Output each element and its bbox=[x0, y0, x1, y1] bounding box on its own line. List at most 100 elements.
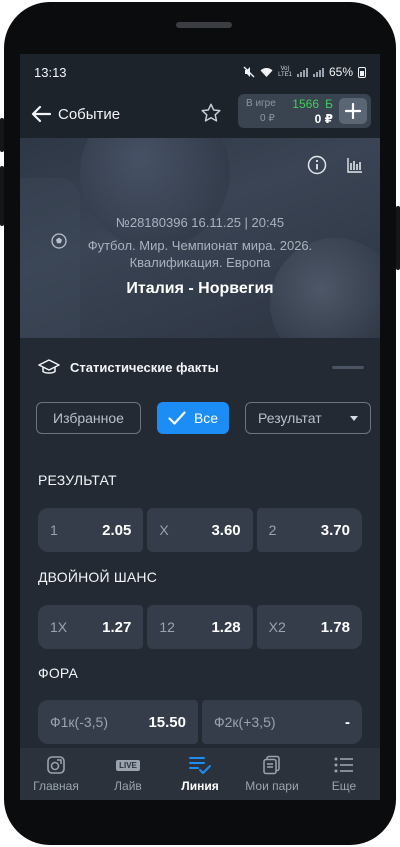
info-button[interactable] bbox=[306, 154, 328, 176]
chevron-down-icon bbox=[350, 416, 358, 421]
odd-value: 1.28 bbox=[211, 618, 241, 636]
nav-item-live[interactable]: LIVE Лайв bbox=[92, 748, 164, 800]
nav-label-live: Лайв bbox=[114, 779, 142, 793]
nav-label-line: Линия bbox=[181, 779, 219, 793]
nav-label-home: Главная bbox=[33, 779, 79, 793]
hero-actions bbox=[306, 154, 366, 176]
odd-value: 3.70 bbox=[320, 521, 350, 539]
market-outcomes: 1X 1.27 12 1.28 X2 1.78 bbox=[38, 605, 362, 649]
balance-widget[interactable]: В игре 0 ₽ 1566 Б 0 ₽ bbox=[238, 94, 371, 128]
check-icon bbox=[168, 411, 186, 425]
event-id-datetime: №28180396 16.11.25 | 20:45 bbox=[115, 215, 285, 230]
odd-label: X bbox=[159, 522, 169, 538]
stats-facts-label: Статистические факты bbox=[70, 359, 219, 375]
live-badge: LIVE bbox=[116, 759, 140, 771]
odd-button[interactable]: 1X 1.27 bbox=[38, 605, 144, 649]
odd-button[interactable]: 12 1.28 bbox=[147, 605, 253, 649]
nav-item-line[interactable]: Линия bbox=[164, 748, 236, 800]
nav-item-home[interactable]: Главная bbox=[20, 748, 92, 800]
market-outcomes: Ф1к(-3,5) 15.50 Ф2к(+3,5) - bbox=[38, 700, 362, 744]
tournament-line-1: Футбол. Мир. Чемпионат мира. 2026. bbox=[87, 238, 313, 253]
event-teams: Италия - Норвегия bbox=[126, 280, 274, 297]
arrow-left-icon bbox=[31, 105, 51, 123]
odd-button[interactable]: 1 2.05 bbox=[38, 508, 144, 552]
odd-label: Ф1к(-3,5) bbox=[50, 714, 109, 730]
odd-value: 1.27 bbox=[102, 618, 132, 636]
app-screen: 13:13 Vo) LTE1 65% Событие В игре 0 ₽ 15… bbox=[20, 54, 380, 800]
odd-button[interactable]: Ф2к(+3,5) - bbox=[202, 700, 362, 744]
status-time: 13:13 bbox=[34, 64, 67, 80]
odd-button[interactable]: X2 1.78 bbox=[256, 605, 362, 649]
stats-facts-row[interactable]: Статистические факты bbox=[20, 338, 380, 396]
side-button-left-top bbox=[0, 118, 4, 152]
odd-label: 1 bbox=[50, 522, 58, 538]
plus-icon bbox=[345, 103, 361, 119]
graduation-cap-icon bbox=[38, 359, 60, 374]
odd-value: - bbox=[345, 713, 350, 731]
home-icon bbox=[44, 755, 68, 775]
market-title: ФОРА bbox=[38, 665, 79, 681]
event-hero: №28180396 16.11.25 | 20:45 Футбол. Мир. … bbox=[20, 138, 380, 338]
market-outcomes: 1 2.05 X 3.60 2 3.70 bbox=[38, 508, 362, 552]
menu-icon bbox=[332, 755, 356, 775]
side-button-right bbox=[396, 206, 400, 270]
nav-item-more[interactable]: Еще bbox=[308, 748, 380, 800]
mute-icon bbox=[243, 66, 255, 78]
deposit-button[interactable] bbox=[339, 98, 367, 124]
odd-value: 2.05 bbox=[102, 521, 132, 539]
in-game-value: 0 ₽ bbox=[260, 113, 275, 124]
info-icon bbox=[307, 155, 327, 175]
odd-value: 15.50 bbox=[148, 713, 186, 731]
back-button[interactable] bbox=[30, 103, 52, 125]
odd-button[interactable]: Ф1к(-3,5) 15.50 bbox=[38, 700, 198, 744]
star-icon bbox=[201, 103, 221, 122]
nav-label-my-bets: Мои пари bbox=[245, 779, 299, 793]
filter-favorites-label: Избранное bbox=[53, 410, 124, 426]
tickets-icon bbox=[260, 755, 284, 775]
nav-label-more: Еще bbox=[331, 779, 357, 793]
odd-label: 2 bbox=[268, 522, 277, 538]
status-icons: Vo) LTE1 65% bbox=[243, 65, 366, 79]
battery-percent: 65% bbox=[328, 65, 353, 79]
network-badge-bottom: LTE1 bbox=[278, 72, 292, 78]
collapse-handle[interactable] bbox=[332, 366, 364, 369]
network-badge: Vo) LTE1 bbox=[278, 66, 292, 78]
market-title: ДВОЙНОЙ ШАНС bbox=[38, 569, 158, 585]
statistics-button[interactable] bbox=[344, 154, 366, 176]
market-title: РЕЗУЛЬТАТ bbox=[38, 472, 117, 488]
tournament-line-2: Квалификация. Европа bbox=[129, 255, 271, 270]
app-header: Событие В игре 0 ₽ 1566 Б 0 ₽ bbox=[20, 90, 380, 138]
odd-label: 12 bbox=[159, 619, 175, 635]
bonus-currency: Б bbox=[325, 97, 333, 111]
hero-bg-shape bbox=[80, 138, 230, 248]
main-balance: 0 ₽ bbox=[314, 112, 333, 126]
signal-icon bbox=[296, 67, 308, 77]
odd-label: Ф2к(+3,5) bbox=[214, 714, 276, 730]
favorite-button[interactable] bbox=[200, 102, 222, 124]
status-bar: 13:13 Vo) LTE1 65% bbox=[20, 54, 380, 90]
side-button-left-bottom bbox=[0, 166, 4, 226]
filter-all-label: Все bbox=[193, 410, 219, 426]
odd-button[interactable]: 2 3.70 bbox=[256, 508, 362, 552]
odd-value: 3.60 bbox=[211, 521, 241, 539]
filter-result-dropdown[interactable]: Результат bbox=[245, 402, 371, 434]
bottom-navigation: Главная LIVE Лайв Линия Мои пари Еще bbox=[20, 748, 380, 800]
list-check-icon bbox=[188, 755, 212, 775]
earpiece-speaker bbox=[176, 22, 232, 28]
battery-icon bbox=[358, 66, 366, 78]
odd-label: X2 bbox=[268, 619, 286, 635]
odd-value: 1.78 bbox=[320, 618, 350, 636]
signal-icon-2 bbox=[312, 67, 324, 77]
bonus-value: 1566 bbox=[292, 97, 319, 111]
nav-item-my-bets[interactable]: Мои пари bbox=[236, 748, 308, 800]
live-icon: LIVE bbox=[116, 755, 140, 775]
odd-button[interactable]: X 3.60 bbox=[147, 508, 253, 552]
wifi-icon bbox=[260, 67, 273, 77]
page-title: Событие bbox=[58, 105, 121, 123]
in-game-label: В игре bbox=[246, 98, 276, 109]
filter-favorites[interactable]: Избранное bbox=[36, 402, 141, 434]
bar-chart-icon bbox=[347, 158, 362, 173]
odd-label: 1X bbox=[50, 619, 68, 635]
filter-result-label: Результат bbox=[258, 410, 322, 426]
filter-all[interactable]: Все bbox=[157, 402, 229, 434]
